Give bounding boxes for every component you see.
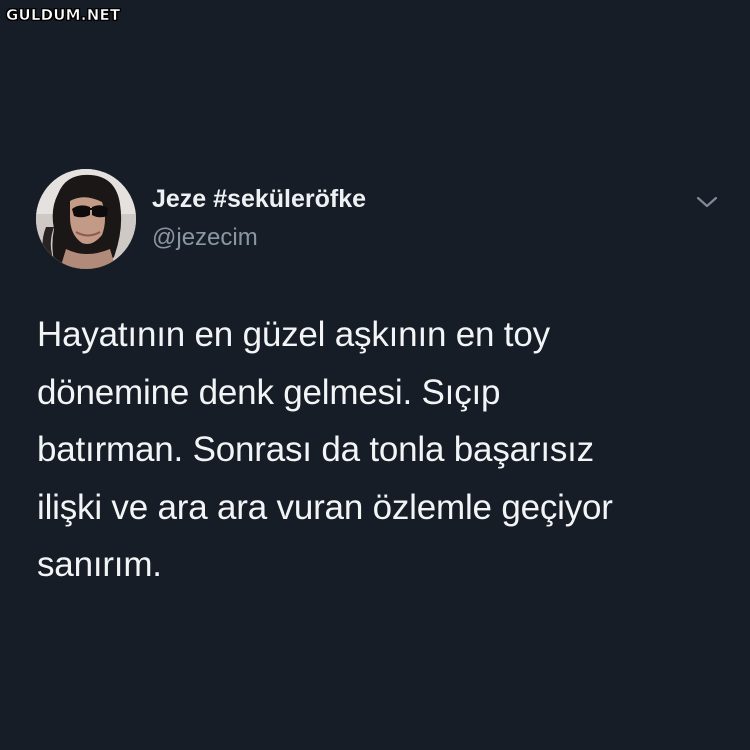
display-name[interactable]: Jeze #seküleröfke — [152, 185, 366, 214]
avatar[interactable] — [36, 169, 136, 269]
tweet-text: Hayatının en güzel aşkının en toy dönemi… — [37, 315, 613, 584]
avatar-photo — [36, 169, 136, 269]
tweet-card: Jeze #seküleröfke @jezecim Hayatının en … — [0, 0, 750, 750]
user-handle[interactable]: @jezecim — [152, 224, 258, 252]
chevron-down-icon[interactable] — [694, 191, 720, 213]
